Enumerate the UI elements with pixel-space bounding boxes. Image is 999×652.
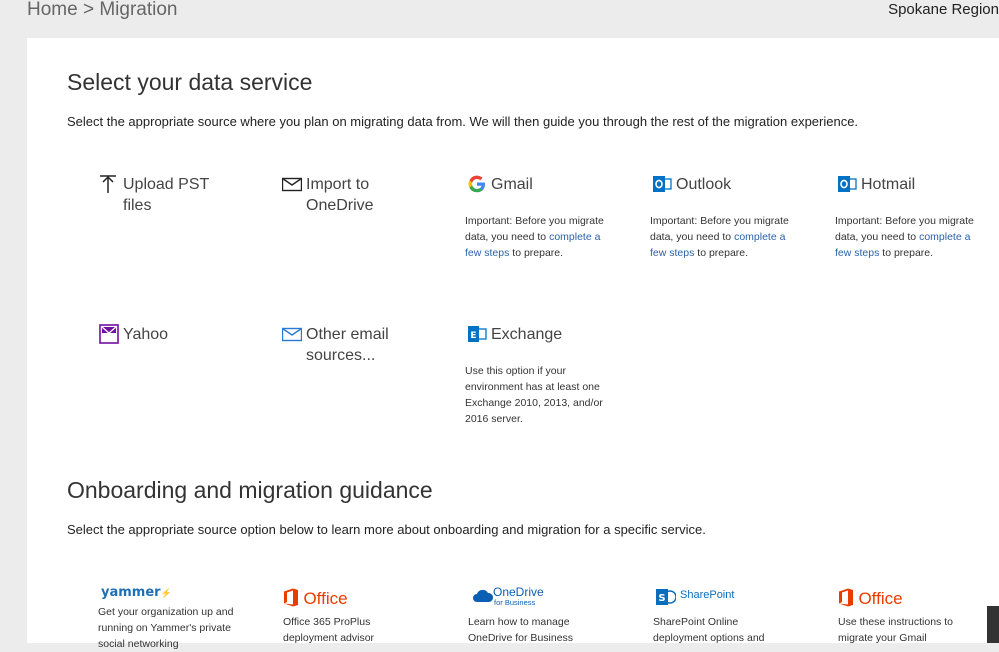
yammer-logo: yammer⚡ [101,585,172,600]
note-text: to prepare. [697,247,749,259]
guide-office-proplus[interactable]: Office Office 365 ProPlus deployment adv… [283,588,423,644]
google-icon [468,175,485,193]
note-text: to prepare. [882,247,934,259]
service-outlook[interactable]: Outlook Important: Before you migrate da… [650,174,797,284]
service-label: Outlook [676,176,732,193]
upload-icon [100,175,116,193]
service-label: Yahoo [123,326,169,343]
section-title-guidance: Onboarding and migration guidance [67,477,433,503]
logo-text: Office [303,589,348,608]
guide-text: SharePoint Online deployment options and [653,616,765,644]
guide-yammer[interactable]: yammer⚡ Get your organization up and run… [98,583,238,650]
logo-text: Office [858,589,903,608]
service-gmail[interactable]: Gmail Important: Before you migrate data… [465,174,612,284]
yahoo-icon [99,324,119,344]
guide-text: Office 365 ProPlus deployment advisor [283,616,375,644]
office-logo: Office [838,588,903,610]
note-text: to prepare. [512,247,564,259]
service-note: Use this option if your environment has … [465,365,603,425]
office-icon [284,588,298,607]
main-panel: Select your data service Select the appr… [27,38,999,650]
service-label: Gmail [491,176,533,193]
service-label: Import to OneDrive [306,176,374,214]
service-note: Important: Before you migrate data, you … [650,213,790,261]
service-hotmail[interactable]: Hotmail Important: Before you migrate da… [835,174,982,284]
logo-subtext: for Business [494,598,536,607]
guide-sharepoint[interactable]: S SharePoint SharePoint Online deploymen… [653,586,793,644]
breadcrumb-separator: > [82,0,95,20]
service-label: Other email sources... [306,326,389,364]
scrollbar-thumb[interactable] [987,606,999,643]
outlook-icon [653,176,672,192]
region-label[interactable]: Spokane Region [888,1,999,18]
exchange-icon: E [468,326,487,342]
guide-office-gmail[interactable]: Office Use these instructions to migrate… [838,588,978,644]
section-title-data-service: Select your data service [67,69,313,95]
breadcrumb-home[interactable]: Home [27,0,78,20]
outlook-icon [838,176,857,192]
service-note: Important: Before you migrate data, you … [835,213,975,261]
section-description-data-service: Select the appropriate source where you … [67,114,859,129]
logo-text: SharePoint [680,589,735,601]
service-label: Exchange [491,326,563,343]
cloud-icon [473,589,494,602]
svg-text:S: S [658,593,665,604]
guide-text: Learn how to manage OneDrive for Busines… [468,616,574,644]
svg-text:E: E [470,331,476,341]
breadcrumb-current: Migration [99,0,178,20]
service-exchange[interactable]: E Exchange Use this option if your envir… [465,324,612,434]
logo-text: OneDrive [493,585,544,599]
guide-text: Get your organization up and running on … [98,606,234,650]
service-note: Important: Before you migrate data, you … [465,213,605,261]
envelope-icon [282,177,302,192]
guide-text: Use these instructions to migrate your G… [838,616,953,644]
top-bar: Home > Migration Spokane Region [0,0,999,36]
service-import-onedrive[interactable]: Import to OneDrive [282,174,422,224]
service-other-email[interactable]: Other email sources... [282,324,422,374]
breadcrumb: Home > Migration [27,0,178,21]
logo-text: yammer [101,585,161,600]
service-upload-pst[interactable]: Upload PST files [99,174,239,224]
sharepoint-icon: S [656,589,676,605]
guide-onedrive[interactable]: OneDrive for Business Learn how to manag… [468,585,608,644]
mail-icon [282,327,302,342]
section-description-guidance: Select the appropriate source option bel… [67,522,706,537]
office-logo: Office [283,588,348,610]
service-yahoo[interactable]: Yahoo [99,324,239,354]
service-label: Hotmail [861,176,916,193]
office-icon [839,588,853,607]
service-label: Upload PST files [123,176,209,214]
